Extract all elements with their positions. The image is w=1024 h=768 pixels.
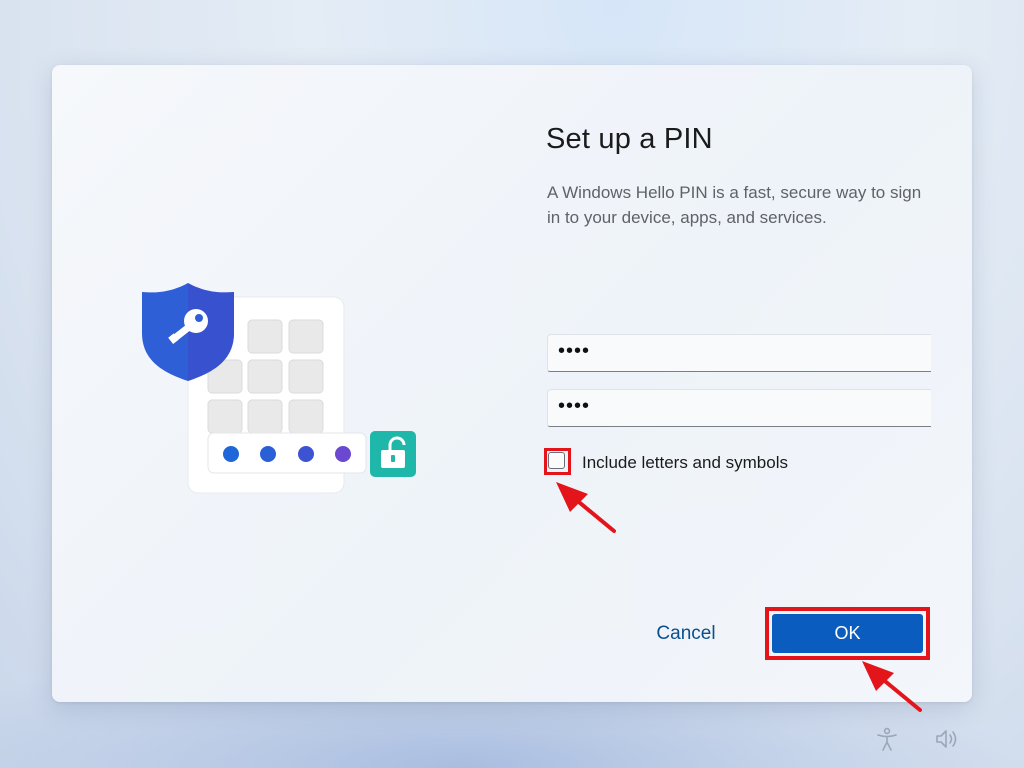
ok-arrow-icon [862,661,922,712]
page-description: A Windows Hello PIN is a fast, secure wa… [547,183,922,227]
confirm-pin-value: •••• [558,395,591,417]
page-title: Set up a PIN [546,123,713,155]
pin-illustration [142,283,416,494]
cancel-button[interactable]: Cancel [636,618,736,650]
volume-icon[interactable] [934,726,960,752]
confirm-pin-input[interactable]: •••• [547,389,931,427]
setup-pin-dialog: Set up a PIN A Windows Hello PIN is a fa… [52,65,972,702]
new-pin-value: •••• [558,340,591,362]
ok-button[interactable]: OK [772,614,923,653]
new-pin-input[interactable]: •••• [547,334,931,372]
accessibility-icon[interactable] [874,726,900,752]
checkbox-arrow-icon [556,482,616,533]
include-letters-checkbox[interactable] [548,452,565,469]
include-letters-label[interactable]: Include letters and symbols [582,453,788,473]
